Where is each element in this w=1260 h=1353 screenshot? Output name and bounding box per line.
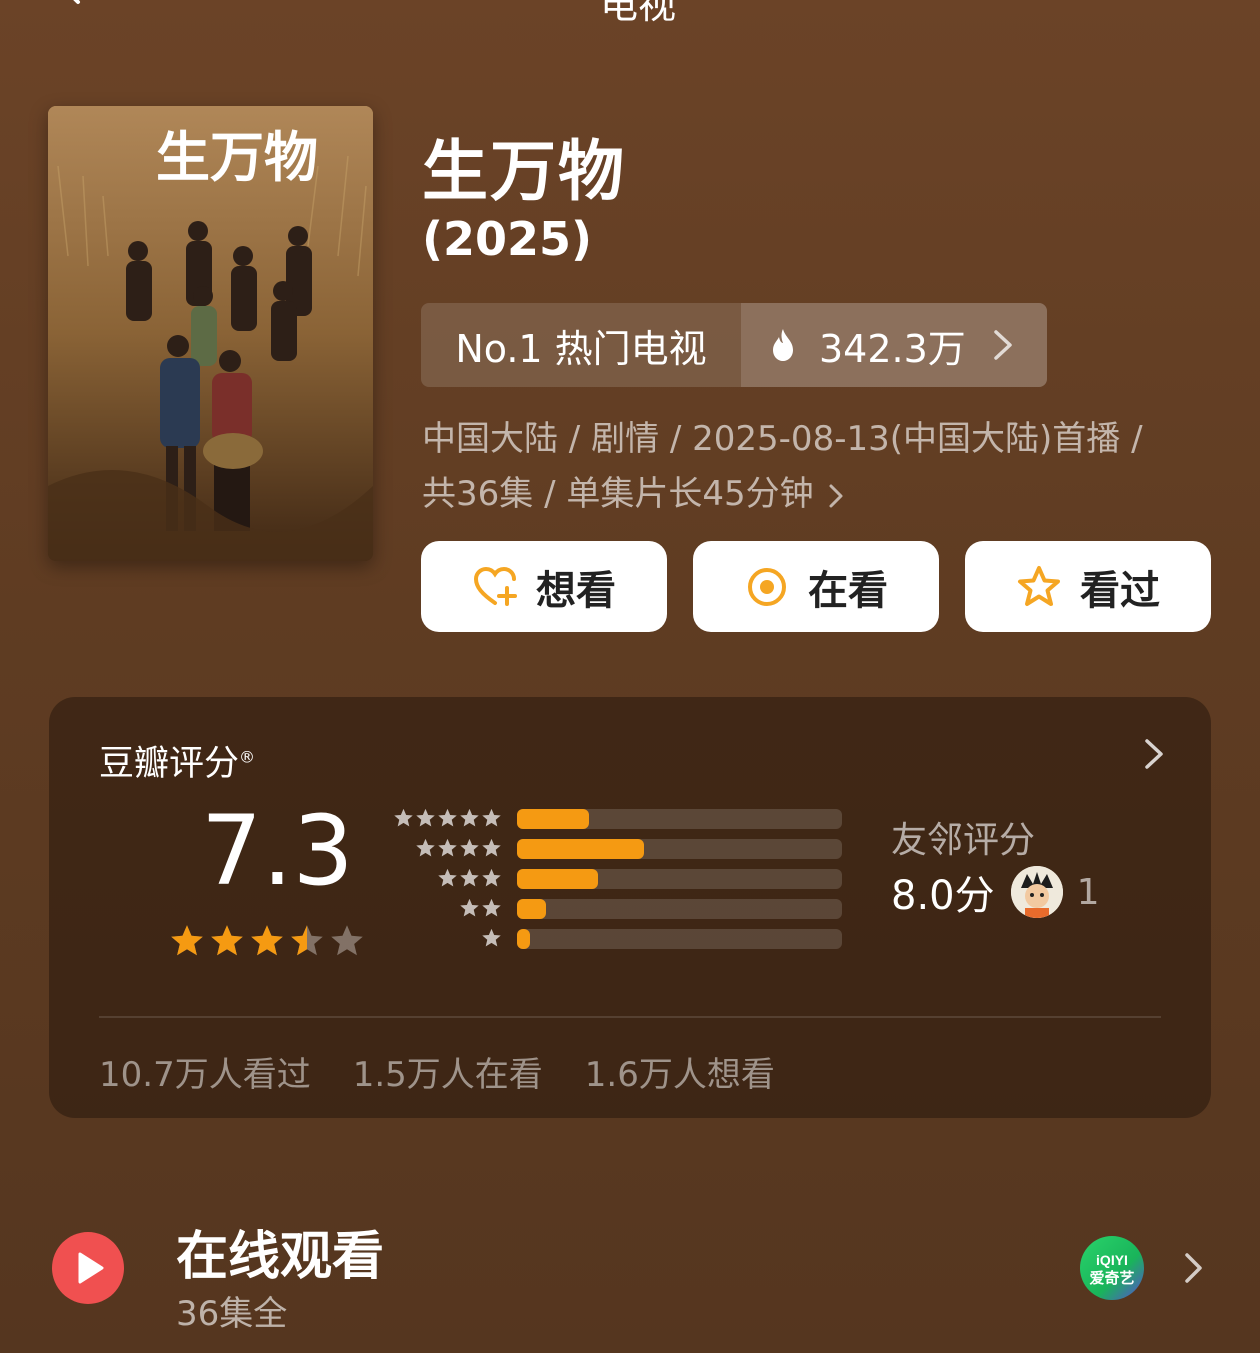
flame-icon	[773, 329, 793, 361]
action-buttons: 想看 在看 看过	[421, 541, 1211, 632]
svg-text:爱奇艺: 爱奇艺	[1089, 1269, 1134, 1287]
rating-distribution	[387, 807, 847, 957]
stat-watched[interactable]: 10.7万人看过	[99, 1047, 311, 1096]
star-icon	[438, 868, 457, 887]
star-icon	[482, 898, 501, 917]
watch-online-subtitle: 36集全	[176, 1294, 288, 1334]
star-icon	[438, 838, 457, 857]
movie-year: (2025)	[422, 212, 593, 266]
distribution-bar-track	[517, 809, 842, 829]
stat-watching[interactable]: 1.5万人在看	[353, 1047, 543, 1096]
friend-rating-label: 友邻评分	[891, 820, 1036, 861]
meta-line-2-wrap: 共36集 / 单集片长45分钟	[422, 467, 1212, 522]
rating-score: 7.3	[201, 795, 354, 907]
movie-title: 生万物	[422, 133, 626, 210]
distribution-bar	[517, 839, 644, 859]
star-icon	[482, 808, 501, 827]
distribution-row	[387, 897, 847, 927]
stat-want[interactable]: 1.6万人想看	[585, 1047, 775, 1096]
distribution-bar	[517, 929, 530, 949]
rating-label-text: 豆瓣评分	[99, 744, 240, 784]
chevron-right-icon[interactable]	[1143, 737, 1165, 771]
target-icon	[748, 567, 786, 606]
registered-mark: ®	[239, 747, 256, 767]
star-outline-icon	[1018, 565, 1060, 606]
distribution-bar	[517, 899, 547, 919]
movie-meta[interactable]: 中国大陆 / 剧情 / 2025-08-13(中国大陆)首播 / 共36集 / …	[422, 412, 1212, 522]
rating-card[interactable]: 豆瓣评分® 7.3 友邻评分 8.0分 1 10.7万人看过 1.5万人在看 1…	[49, 697, 1211, 1118]
distribution-bar-track	[517, 869, 842, 889]
star-icon	[482, 868, 501, 887]
top-bar: 电视	[0, 0, 1260, 27]
star-icon	[211, 925, 243, 956]
iqiyi-logo-icon[interactable]: iQIYI 爱奇艺	[1080, 1236, 1144, 1300]
star-icon	[482, 928, 501, 947]
page-title: 电视	[600, 0, 677, 27]
poster-image[interactable]: 生万物	[48, 106, 373, 561]
star-icon	[251, 925, 283, 956]
distribution-bar	[517, 869, 599, 889]
rating-stars	[169, 923, 365, 959]
distribution-bar-track	[517, 929, 842, 949]
star-icon	[438, 808, 457, 827]
star-icon	[482, 838, 501, 857]
distribution-bar-track	[517, 899, 842, 919]
distribution-stars	[459, 897, 502, 919]
star-icon	[171, 925, 203, 956]
distribution-row	[387, 807, 847, 837]
heart-plus-icon	[473, 566, 517, 606]
heat-value: 342.3万	[819, 326, 966, 371]
watch-online-row[interactable]: 在线观看 36集全 iQIYI 爱奇艺	[0, 1210, 1260, 1353]
distribution-stars	[393, 807, 502, 829]
rank-label: No.1 热门电视	[421, 303, 741, 387]
heat-section[interactable]: 342.3万	[741, 303, 1047, 387]
star-icon	[394, 808, 413, 827]
rank-chip[interactable]: No.1 热门电视 342.3万	[421, 303, 1047, 387]
watched-button[interactable]: 看过	[965, 541, 1211, 632]
star-icon	[291, 925, 323, 956]
distribution-row	[387, 927, 847, 957]
distribution-stars	[415, 837, 502, 859]
distribution-bar-track	[517, 839, 842, 859]
watched-label: 看过	[1080, 567, 1160, 614]
watch-online-title: 在线观看	[176, 1227, 385, 1287]
chevron-right-icon	[829, 484, 843, 507]
distribution-stars	[437, 867, 502, 889]
meta-line-1: 中国大陆 / 剧情 / 2025-08-13(中国大陆)首播 /	[422, 419, 1143, 459]
divider	[99, 1016, 1161, 1018]
play-icon	[52, 1232, 124, 1304]
star-icon	[460, 838, 479, 857]
distribution-row	[387, 867, 847, 897]
star-icon	[460, 808, 479, 827]
chevron-right-icon	[994, 330, 1012, 360]
star-icon	[331, 925, 363, 956]
watching-button[interactable]: 在看	[693, 541, 939, 632]
back-arrow-icon[interactable]	[52, 0, 88, 6]
poster-title-text: 生万物	[156, 125, 318, 189]
friend-rating[interactable]: 8.0分 1	[891, 863, 1100, 921]
star-icon	[460, 868, 479, 887]
want-button[interactable]: 想看	[421, 541, 667, 632]
avatar[interactable]	[1010, 866, 1063, 918]
star-icon	[416, 838, 435, 857]
chevron-right-icon[interactable]	[1184, 1252, 1204, 1284]
rating-label: 豆瓣评分®	[99, 735, 255, 786]
friend-score-value: 8.0分	[891, 873, 995, 919]
svg-text:iQIYI: iQIYI	[1096, 1252, 1128, 1268]
meta-line-2: 共36集 / 单集片长45分钟	[422, 474, 814, 514]
rating-stats: 10.7万人看过 1.5万人在看 1.6万人想看	[99, 1047, 775, 1096]
watching-label: 在看	[808, 567, 888, 614]
friend-count: 1	[1076, 871, 1100, 913]
star-icon	[460, 898, 479, 917]
distribution-bar	[517, 809, 589, 829]
distribution-row	[387, 837, 847, 867]
want-label: 想看	[536, 567, 616, 614]
distribution-stars	[481, 927, 502, 949]
star-icon	[416, 808, 435, 827]
